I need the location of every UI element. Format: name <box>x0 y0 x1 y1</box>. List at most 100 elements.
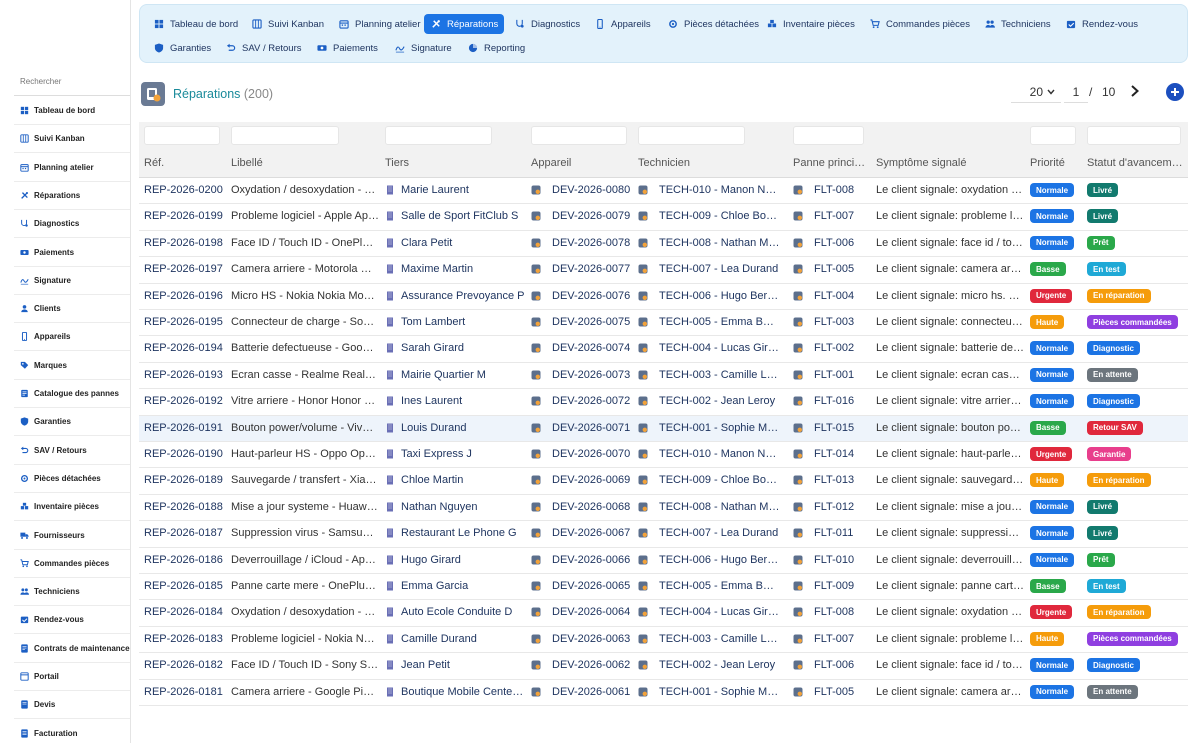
sidebar-item-clients[interactable]: Clients <box>14 295 130 324</box>
device-link[interactable]: DEV-2026-0072 <box>552 395 636 407</box>
table-row[interactable]: REP-2026-0200 Oxydation / desoxydation -… <box>139 178 1188 205</box>
repair-ref-link[interactable]: REP-2026-0195 <box>144 316 224 328</box>
customer-link[interactable]: Maxime Martin <box>401 263 525 275</box>
fault-link[interactable]: FLT-004 <box>814 290 869 302</box>
customer-link[interactable]: Camille Durand <box>401 633 525 645</box>
device-link[interactable]: DEV-2026-0073 <box>552 369 636 381</box>
customer-link[interactable]: Restaurant Le Phone G <box>401 527 525 539</box>
table-row[interactable]: REP-2026-0197 Camera arriere - Motorola … <box>139 257 1188 284</box>
technician-link[interactable]: TECH-005 - Emma Benali <box>659 580 780 592</box>
column-header[interactable]: Libellé <box>231 157 379 169</box>
technician-link[interactable]: TECH-007 - Lea Durand <box>659 527 780 539</box>
sidebar-item-signature[interactable]: Signature <box>14 267 130 295</box>
table-row[interactable]: REP-2026-0182 Face ID / Touch ID - Sony … <box>139 653 1188 680</box>
sidebar-item-paiements[interactable]: Paiements <box>14 239 130 267</box>
column-header[interactable]: Réf. <box>144 157 224 169</box>
technician-link[interactable]: TECH-004 - Lucas Girard <box>659 606 780 618</box>
column-filter-input[interactable] <box>1087 126 1181 145</box>
repair-ref-link[interactable]: REP-2026-0192 <box>144 395 224 407</box>
column-filter-input[interactable] <box>385 126 492 145</box>
repair-ref-link[interactable]: REP-2026-0199 <box>144 210 224 222</box>
fault-link[interactable]: FLT-006 <box>814 237 869 249</box>
device-link[interactable]: DEV-2026-0067 <box>552 527 636 539</box>
technician-link[interactable]: TECH-010 - Manon Ng… <box>659 184 780 196</box>
page-size-select[interactable]: 20 <box>1011 81 1061 103</box>
fault-link[interactable]: FLT-015 <box>814 422 869 434</box>
repair-ref-link[interactable]: REP-2026-0200 <box>144 184 224 196</box>
repair-ref-link[interactable]: REP-2026-0187 <box>144 527 224 539</box>
sidebar-item-planning-atelier[interactable]: Planning atelier <box>14 154 130 182</box>
nav-tab-reporting[interactable]: Reporting <box>461 38 531 58</box>
table-row[interactable]: REP-2026-0198 Face ID / Touch ID - OnePl… <box>139 231 1188 258</box>
technician-link[interactable]: TECH-008 - Nathan Mi… <box>659 237 780 249</box>
sidebar-item-tableau-de-bord[interactable]: Tableau de bord <box>14 97 130 125</box>
table-row[interactable]: REP-2026-0191 Bouton power/volume - Vivo… <box>139 415 1188 442</box>
technician-link[interactable]: TECH-008 - Nathan Mi… <box>659 501 780 513</box>
nav-tab-rendez-vous[interactable]: Rendez-vous <box>1059 14 1144 34</box>
sidebar-item-suivi-kanban[interactable]: Suivi Kanban <box>14 125 130 154</box>
column-header[interactable]: Appareil <box>531 157 631 169</box>
table-row[interactable]: REP-2026-0193 Ecran casse - Realme Real…… <box>139 363 1188 390</box>
sidebar-item-devis[interactable]: Devis <box>14 691 130 720</box>
customer-link[interactable]: Tom Lambert <box>401 316 525 328</box>
table-row[interactable]: REP-2026-0183 Probleme logiciel - Nokia … <box>139 627 1188 654</box>
fault-link[interactable]: FLT-005 <box>814 686 869 698</box>
nav-tab-planning-atelier[interactable]: Planning atelier <box>332 14 427 34</box>
device-link[interactable]: DEV-2026-0061 <box>552 686 636 698</box>
fault-link[interactable]: FLT-014 <box>814 448 869 460</box>
sidebar-search-input[interactable] <box>14 68 130 88</box>
table-row[interactable]: REP-2026-0195 Connecteur de charge - Son… <box>139 310 1188 337</box>
device-link[interactable]: DEV-2026-0070 <box>552 448 636 460</box>
technician-link[interactable]: TECH-006 - Hugo Bern… <box>659 290 780 302</box>
customer-link[interactable]: Hugo Girard <box>401 554 525 566</box>
fault-link[interactable]: FLT-010 <box>814 554 869 566</box>
repair-ref-link[interactable]: REP-2026-0183 <box>144 633 224 645</box>
fault-link[interactable]: FLT-011 <box>814 527 869 539</box>
nav-tab-signature[interactable]: Signature <box>388 38 458 58</box>
fault-link[interactable]: FLT-007 <box>814 210 869 222</box>
repair-ref-link[interactable]: REP-2026-0184 <box>144 606 224 618</box>
customer-link[interactable]: Taxi Express J <box>401 448 525 460</box>
fault-link[interactable]: FLT-001 <box>814 369 869 381</box>
fault-link[interactable]: FLT-009 <box>814 580 869 592</box>
column-header[interactable]: Technicien <box>638 157 783 169</box>
table-row[interactable]: REP-2026-0189 Sauvegarde / transfert - X… <box>139 468 1188 495</box>
repair-ref-link[interactable]: REP-2026-0193 <box>144 369 224 381</box>
fault-link[interactable]: FLT-005 <box>814 263 869 275</box>
column-header[interactable]: Statut d'avancem… <box>1087 157 1185 169</box>
repair-ref-link[interactable]: REP-2026-0189 <box>144 474 224 486</box>
sidebar-item-commandes-pieces[interactable]: Commandes pièces <box>14 550 130 578</box>
nav-tab-garanties[interactable]: Garanties <box>147 38 217 58</box>
device-link[interactable]: DEV-2026-0074 <box>552 342 636 354</box>
customer-link[interactable]: Louis Durand <box>401 422 525 434</box>
technician-link[interactable]: TECH-009 - Chloe Bon… <box>659 474 780 486</box>
repair-ref-link[interactable]: REP-2026-0197 <box>144 263 224 275</box>
customer-link[interactable]: Assurance Prevoyance P <box>401 290 525 302</box>
column-filter-input[interactable] <box>793 126 864 145</box>
nav-tab-tableau-de-bord[interactable]: Tableau de bord <box>147 14 244 34</box>
table-row[interactable]: REP-2026-0185 Panne carte mere - OnePlu…… <box>139 574 1188 601</box>
device-link[interactable]: DEV-2026-0077 <box>552 263 636 275</box>
sidebar-item-diagnostics[interactable]: Diagnostics <box>14 210 130 239</box>
table-row[interactable]: REP-2026-0187 Suppression virus - Samsun… <box>139 521 1188 548</box>
customer-link[interactable]: Emma Garcia <box>401 580 525 592</box>
column-filter-input[interactable] <box>144 126 220 145</box>
table-row[interactable]: REP-2026-0196 Micro HS - Nokia Nokia Mo…… <box>139 284 1188 310</box>
nav-tab-sav-retours[interactable]: SAV / Retours <box>219 38 308 58</box>
customer-link[interactable]: Mairie Quartier M <box>401 369 525 381</box>
technician-link[interactable]: TECH-002 - Jean Leroy <box>659 395 780 407</box>
technician-link[interactable]: TECH-004 - Lucas Girard <box>659 342 780 354</box>
column-header[interactable]: Tiers <box>385 157 525 169</box>
current-page-input[interactable] <box>1064 81 1088 103</box>
table-row[interactable]: REP-2026-0186 Deverrouillage / iCloud - … <box>139 548 1188 574</box>
technician-link[interactable]: TECH-003 - Camille Lef… <box>659 369 780 381</box>
sidebar-item-contrats-de-maintenance[interactable]: Contrats de maintenance <box>14 635 130 663</box>
column-filter-input[interactable] <box>531 126 627 145</box>
repair-ref-link[interactable]: REP-2026-0188 <box>144 501 224 513</box>
technician-link[interactable]: TECH-009 - Chloe Bon… <box>659 210 780 222</box>
technician-link[interactable]: TECH-007 - Lea Durand <box>659 263 780 275</box>
customer-link[interactable]: Sarah Girard <box>401 342 525 354</box>
device-link[interactable]: DEV-2026-0065 <box>552 580 636 592</box>
device-link[interactable]: DEV-2026-0063 <box>552 633 636 645</box>
device-link[interactable]: DEV-2026-0080 <box>552 184 636 196</box>
